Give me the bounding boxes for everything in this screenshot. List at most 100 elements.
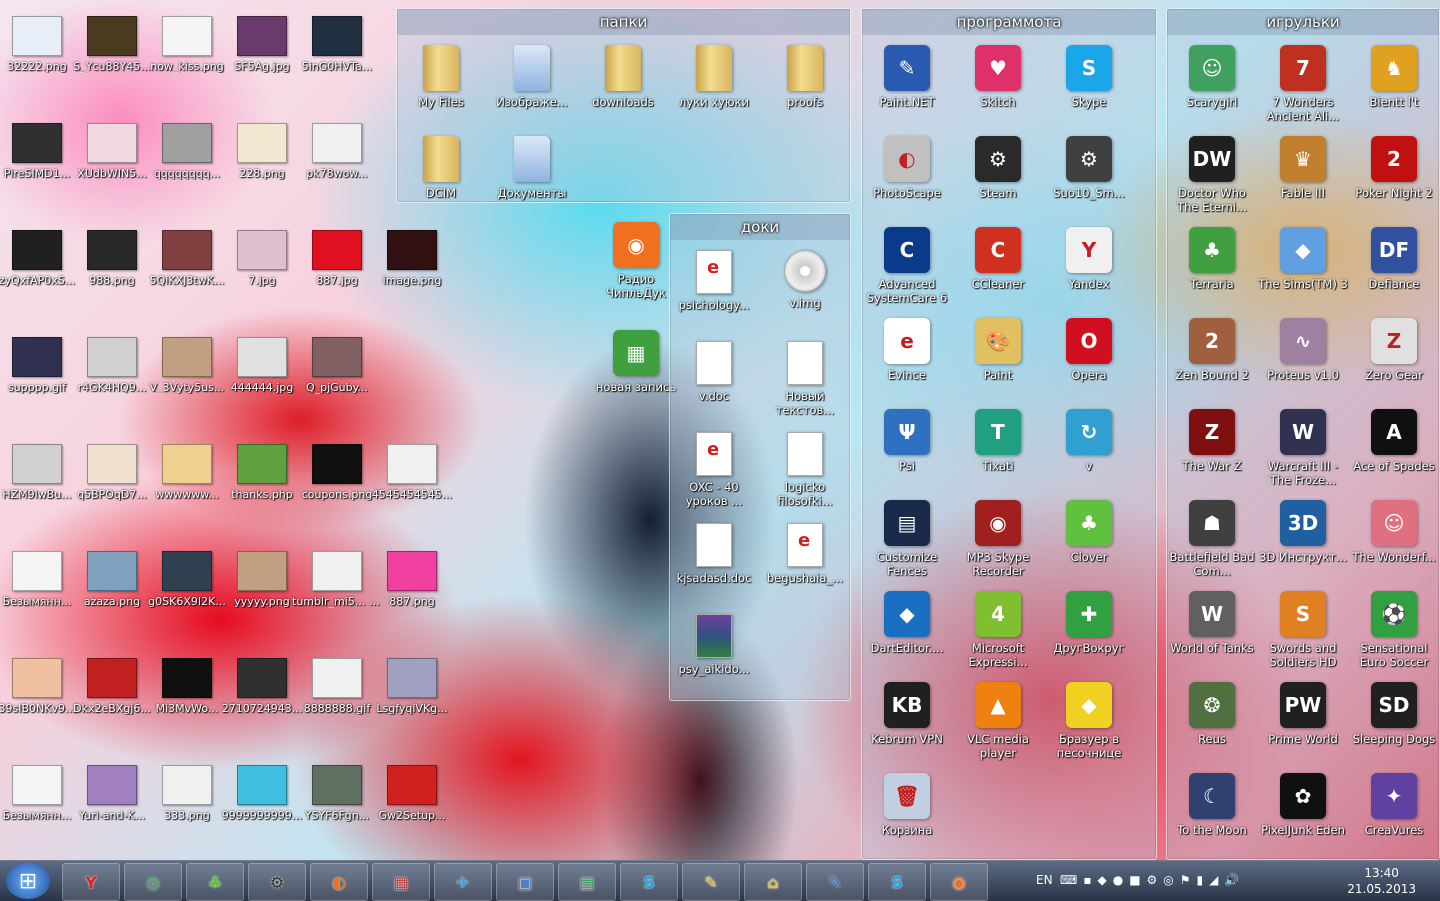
taskbar-radio-button[interactable]: ◉: [930, 863, 988, 901]
docs-item[interactable]: e psichology...: [669, 246, 759, 312]
taskbar-task-manager-button[interactable]: ▤: [558, 863, 616, 901]
update-icon[interactable]: ◎: [1163, 873, 1179, 887]
desktop-file-icon[interactable]: 5inG0HVTa...: [292, 8, 382, 73]
programs-item[interactable]: ⚙ Steam: [953, 132, 1043, 200]
programs-item[interactable]: ✎ Paint.NET: [862, 41, 952, 109]
desktop-file-icon[interactable]: LsgfyqiVKg...: [367, 650, 457, 715]
docs-item[interactable]: v.img: [760, 246, 850, 310]
battery-icon[interactable]: ▮: [1197, 873, 1210, 887]
fence-programs[interactable]: программота ✎ Paint.NET ♥ Skitch S Skype ◐ Phot…: [861, 8, 1157, 860]
games-item[interactable]: ✦ CreaVures: [1349, 769, 1439, 837]
programs-item[interactable]: 🗑 Корзина: [862, 769, 952, 837]
games-item[interactable]: ◆ The Sims(TM) 3: [1258, 223, 1348, 291]
desktop-file-icon[interactable]: Q_pjGuby...: [292, 329, 382, 394]
games-item[interactable]: W Warcraft III - The Froze...: [1258, 405, 1348, 487]
programs-item[interactable]: ⚙ Suo10_Sm...: [1044, 132, 1134, 200]
programs-item[interactable]: ◆ Бразуер в песочнице: [1044, 678, 1134, 760]
games-item[interactable]: 7 7 Wonders Ancient Ali...: [1258, 41, 1348, 123]
games-item[interactable]: W World of Tanks: [1167, 587, 1257, 655]
taskbar-paintnet-button[interactable]: ✎: [806, 863, 864, 901]
fence-games[interactable]: игрульки ☺ Scarygirl 7 7 Wonders Ancient Al…: [1166, 8, 1440, 860]
taskbar-chrome-button[interactable]: ◎: [124, 863, 182, 901]
games-item[interactable]: ☾ To the Moon: [1167, 769, 1257, 837]
taskbar-skype-2-button[interactable]: S: [868, 863, 926, 901]
games-item[interactable]: S Swords and Soldiers HD: [1258, 587, 1348, 669]
flag-icon[interactable]: ⚑: [1180, 873, 1197, 887]
taskbar-yandex-button[interactable]: Y: [62, 863, 120, 901]
programs-item[interactable]: T Tixati: [953, 405, 1043, 473]
keyboard-icon[interactable]: ⌨: [1060, 873, 1083, 887]
clock[interactable]: 13:40 21.05.2013: [1347, 865, 1416, 897]
programs-item[interactable]: e Evince: [862, 314, 952, 382]
app-tray-icon[interactable]: ■: [1129, 873, 1146, 887]
taskbar-paint-button[interactable]: ✎: [682, 863, 740, 901]
games-item[interactable]: ✿ PixelJunk Eden: [1258, 769, 1348, 837]
steam-tray-icon[interactable]: ⚙: [1147, 873, 1164, 887]
docs-item[interactable]: psy_aikido...: [669, 610, 759, 676]
docs-item[interactable]: kjsadasd.doc: [669, 519, 759, 585]
docs-item[interactable]: e OXC - 40 уроков ...: [669, 428, 759, 508]
games-item[interactable]: ∿ Proteus v1.0: [1258, 314, 1348, 382]
fence-docs[interactable]: доки e psichology... v.img v.doc Новый текст…: [669, 213, 851, 701]
programs-item[interactable]: ◐ PhotoScape: [862, 132, 952, 200]
programs-item[interactable]: ▤ Customize Fences: [862, 496, 952, 578]
notification-icon[interactable]: ●: [1113, 873, 1129, 887]
games-item[interactable]: 3D 3D Инструкт...: [1258, 496, 1348, 564]
folders-item[interactable]: Изображе...: [487, 41, 577, 109]
games-item[interactable]: SD Sleeping Dogs: [1349, 678, 1439, 746]
taskbar-twitter-button[interactable]: ✈: [434, 863, 492, 901]
games-item[interactable]: 2 Poker Night 2: [1349, 132, 1439, 200]
programs-item[interactable]: ▲ VLC media player: [953, 678, 1043, 760]
folders-item[interactable]: DCIM: [396, 132, 486, 200]
docs-item[interactable]: e begushaia_...: [760, 519, 850, 585]
programs-item[interactable]: C CCleaner: [953, 223, 1043, 291]
tray-icons[interactable]: ⌨▪◆●■⚙◎⚑▮◢🔊: [1060, 873, 1245, 887]
programs-item[interactable]: ◆ DartEditor....: [862, 587, 952, 655]
desktop-shortcut-icon[interactable]: ◉ Радио ЧипльДук: [591, 218, 681, 300]
docs-item[interactable]: Новый текстов...: [760, 337, 850, 417]
games-item[interactable]: ❂ Reus: [1167, 678, 1257, 746]
games-item[interactable]: DW Doctor Who The Eterni...: [1167, 132, 1257, 214]
taskbar-grid-app-button[interactable]: ▦: [372, 863, 430, 901]
games-item[interactable]: ♣ Terraria: [1167, 223, 1257, 291]
games-item[interactable]: 2 Zen Bound 2: [1167, 314, 1257, 382]
docs-item[interactable]: logicko filosofki...: [760, 428, 850, 508]
programs-item[interactable]: ✚ ДругВокруг: [1044, 587, 1134, 655]
taskbar-steam-button[interactable]: ⚙: [248, 863, 306, 901]
games-item[interactable]: PW Prime World: [1258, 678, 1348, 746]
fence-folders[interactable]: папки My Files Изображе... downloads луки х…: [396, 8, 851, 203]
programs-item[interactable]: ♣ Clover: [1044, 496, 1134, 564]
security-icon[interactable]: ◆: [1097, 873, 1112, 887]
programs-item[interactable]: Ψ Psi: [862, 405, 952, 473]
taskbar-photoscape-button[interactable]: ◐: [310, 863, 368, 901]
games-item[interactable]: ☺ Scarygirl: [1167, 41, 1257, 109]
taskbar-clover-button[interactable]: ♣: [186, 863, 244, 901]
games-item[interactable]: DF Defiance: [1349, 223, 1439, 291]
games-item[interactable]: ☗ Battlefield Bad Com...: [1167, 496, 1257, 578]
programs-item[interactable]: ↻ v: [1044, 405, 1134, 473]
games-item[interactable]: Z Zero Gear: [1349, 314, 1439, 382]
games-item[interactable]: Z The War Z: [1167, 405, 1257, 473]
volume-icon[interactable]: 🔊: [1224, 873, 1245, 887]
programs-item[interactable]: ♥ Skitch: [953, 41, 1043, 109]
start-button[interactable]: ⊞: [6, 863, 50, 899]
folders-item[interactable]: proofs: [760, 41, 850, 109]
games-item[interactable]: ♛ Fable III: [1258, 132, 1348, 200]
programs-item[interactable]: 4 Microsoft Expressi...: [953, 587, 1043, 669]
games-item[interactable]: ☺ The Wonderf...: [1349, 496, 1439, 564]
desktop-file-icon[interactable]: image.png: [367, 222, 457, 287]
desktop-file-icon[interactable]: Gw2Setup...: [367, 757, 457, 822]
desktop-file-icon[interactable]: 4545454545...: [367, 436, 457, 501]
docs-item[interactable]: v.doc: [669, 337, 759, 403]
programs-item[interactable]: ◉ MP3 Skype Recorder: [953, 496, 1043, 578]
desktop-file-icon[interactable]: 887.png: [367, 543, 457, 608]
folders-item[interactable]: луки хуюки: [669, 41, 759, 109]
games-item[interactable]: A Ace of Spades: [1349, 405, 1439, 473]
wifi-icon[interactable]: ◢: [1209, 873, 1224, 887]
games-item[interactable]: ⚽ Sensational Euro Soccer: [1349, 587, 1439, 669]
network-icon[interactable]: ▪: [1083, 873, 1097, 887]
programs-item[interactable]: KB Kebrum VPN: [862, 678, 952, 746]
taskbar-fences-manager-button[interactable]: ⌂: [744, 863, 802, 901]
programs-item[interactable]: O Opera: [1044, 314, 1134, 382]
folders-item[interactable]: My Files: [396, 41, 486, 109]
